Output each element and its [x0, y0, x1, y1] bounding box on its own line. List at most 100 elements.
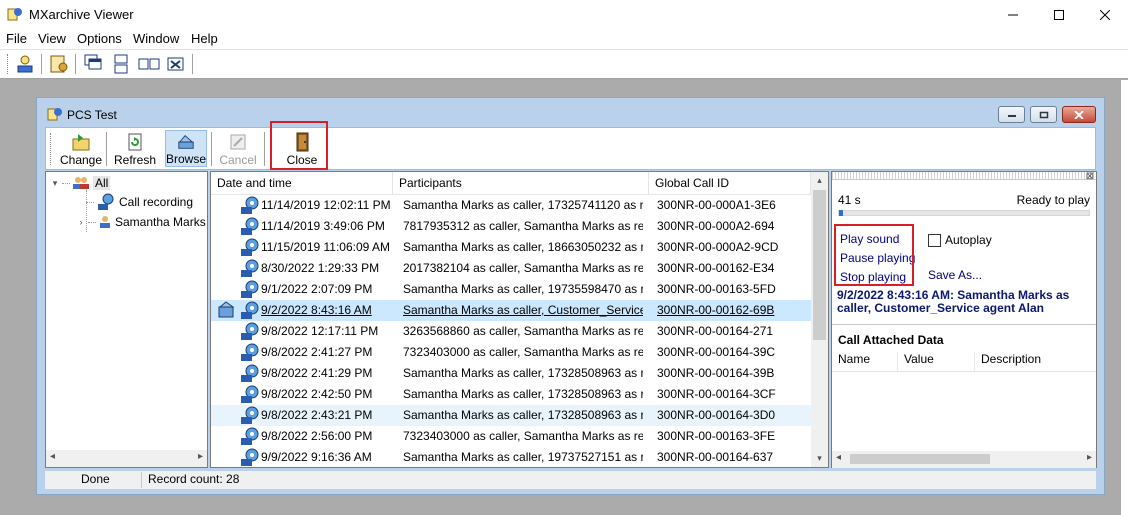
- door-icon: [296, 132, 309, 152]
- checkbox-icon[interactable]: [928, 233, 941, 247]
- table-row[interactable]: 9/8/2022 2:43:21 PM Samantha Marks as cal…: [211, 405, 811, 426]
- scroll-thumb[interactable]: [850, 454, 990, 464]
- cancel-icon: [230, 134, 246, 150]
- cell-participants: 2017382104 as caller, Samantha Marks as …: [403, 261, 643, 275]
- cell-date: 9/8/2022 12:17:11 PM: [261, 324, 379, 338]
- tree-pane: ▾ All Call recording › Samantha Marks ◂ …: [45, 171, 208, 468]
- child-minimize-button[interactable]: [998, 106, 1025, 123]
- cell-participants: 7323403000 as caller, Samantha Marks as …: [403, 429, 643, 443]
- scroll-right-icon[interactable]: ▸: [1087, 452, 1092, 463]
- play-sound-link[interactable]: Play sound: [840, 232, 899, 246]
- scroll-down-icon[interactable]: ▾: [811, 450, 828, 467]
- minimize-icon: [1008, 14, 1018, 15]
- close-button[interactable]: Close: [282, 130, 322, 167]
- call-recording-icon: [241, 280, 259, 298]
- stop-playing-link[interactable]: Stop playing: [840, 270, 906, 284]
- maximize-button[interactable]: [1036, 0, 1082, 29]
- tile-horizontal-icon[interactable]: [138, 53, 160, 75]
- table-row[interactable]: 11/14/2019 3:49:06 PM 7817935312 as calle…: [211, 216, 811, 237]
- scroll-icon[interactable]: [48, 53, 70, 75]
- refresh-button[interactable]: Refresh: [111, 130, 159, 167]
- tree-horizontal-scrollbar[interactable]: ◂ ▸: [46, 450, 207, 467]
- table-row[interactable]: 9/8/2022 2:42:50 PM Samantha Marks as cal…: [211, 384, 811, 405]
- cell-participants: Samantha Marks as caller, 19735598470 as…: [403, 282, 643, 296]
- save-as-link[interactable]: Save As...: [928, 268, 982, 282]
- table-row[interactable]: 9/8/2022 2:41:29 PM Samantha Marks as cal…: [211, 363, 811, 384]
- tree-item-call-recording[interactable]: Call recording: [76, 193, 193, 211]
- table-row[interactable]: 9/2/2022 8:43:16 AM Samantha Marks as cal…: [211, 300, 811, 321]
- change-label: Change: [59, 153, 103, 167]
- table-row[interactable]: 9/8/2022 2:41:27 PM 7323403000 as caller,…: [211, 342, 811, 363]
- attached-data-horizontal-scrollbar[interactable]: ◂ ▸: [832, 451, 1096, 468]
- minimize-button[interactable]: [990, 0, 1036, 29]
- scroll-right-icon[interactable]: ▸: [198, 451, 203, 462]
- table-row[interactable]: 11/14/2019 12:02:11 PM Samantha Marks as …: [211, 195, 811, 216]
- restore-icon: [1039, 111, 1048, 118]
- call-recording-icon: [241, 322, 259, 340]
- toolbar-separator: [192, 54, 194, 74]
- cell-participants: Samantha Marks as caller, Customer_Servi…: [403, 303, 643, 317]
- tree-item-samantha-marks[interactable]: › Samantha Marks: [76, 213, 206, 231]
- toolbar-separator: [75, 54, 77, 74]
- cell-gcid: 300NR-00-00164-3CF: [657, 387, 776, 401]
- column-global-call-id[interactable]: Global Call ID: [649, 172, 811, 195]
- column-value[interactable]: Value: [898, 352, 975, 370]
- change-icon: [72, 134, 90, 151]
- expand-toggle-icon[interactable]: ›: [76, 217, 86, 227]
- tree-label-call-recording: Call recording: [119, 195, 194, 209]
- player-splitter[interactable]: [832, 172, 1096, 180]
- pause-playing-link[interactable]: Pause playing: [840, 251, 915, 265]
- menu-window[interactable]: Window: [133, 31, 179, 46]
- tree-connector: [88, 221, 96, 223]
- table-row[interactable]: 8/30/2022 1:29:33 PM 2017382104 as caller…: [211, 258, 811, 279]
- change-button[interactable]: Change: [60, 130, 102, 167]
- table-row[interactable]: 11/15/2019 11:06:09 AM Samantha Marks as …: [211, 237, 811, 258]
- table-row[interactable]: 9/9/2022 9:16:36 AM Samantha Marks as cal…: [211, 447, 811, 467]
- attached-data-title: Call Attached Data: [838, 333, 944, 347]
- call-recording-icon: [241, 448, 259, 466]
- scroll-left-icon[interactable]: ◂: [836, 452, 841, 463]
- cell-gcid: 300NR-00-00164-3D0: [657, 408, 776, 422]
- cell-participants: Samantha Marks as caller, 18663050232 as…: [403, 240, 643, 254]
- tile-vertical-icon[interactable]: [110, 53, 132, 75]
- call-recording-icon: [241, 406, 259, 424]
- call-recording-icon: [241, 427, 259, 445]
- cell-date: 9/2/2022 8:43:16 AM: [261, 303, 372, 317]
- menu-options[interactable]: Options: [77, 31, 122, 46]
- cancel-button[interactable]: Cancel: [218, 130, 258, 167]
- child-close-button[interactable]: [1062, 106, 1096, 123]
- pane-divider: [832, 324, 1096, 325]
- cascade-windows-icon[interactable]: [83, 53, 105, 75]
- search-icon[interactable]: [14, 53, 36, 75]
- scroll-thumb[interactable]: [813, 190, 826, 340]
- close-all-windows-icon[interactable]: [165, 53, 187, 75]
- scroll-left-icon[interactable]: ◂: [50, 451, 55, 462]
- list-vertical-scrollbar[interactable]: ▴ ▾: [811, 172, 828, 467]
- recordings-list: Date and time Participants Global Call I…: [210, 171, 829, 468]
- autoplay-checkbox[interactable]: Autoplay: [928, 233, 992, 247]
- table-row[interactable]: 9/8/2022 12:17:11 PM 3263568860 as caller…: [211, 321, 811, 342]
- menu-view[interactable]: View: [38, 31, 66, 46]
- browse-button[interactable]: Browse: [165, 130, 207, 167]
- column-date-time[interactable]: Date and time: [211, 172, 393, 195]
- progress-knob[interactable]: [839, 210, 843, 216]
- column-description[interactable]: Description: [975, 352, 1096, 370]
- autoplay-label: Autoplay: [945, 233, 992, 247]
- table-row[interactable]: 9/8/2022 2:56:00 PM 7323403000 as caller,…: [211, 426, 811, 447]
- close-pane-icon[interactable]: ⊠: [1086, 171, 1094, 182]
- table-row[interactable]: 9/1/2022 2:07:09 PM Samantha Marks as cal…: [211, 279, 811, 300]
- column-participants[interactable]: Participants: [393, 172, 649, 195]
- menu-file[interactable]: File: [6, 31, 27, 46]
- playback-progress-slider[interactable]: [838, 210, 1090, 216]
- menu-help[interactable]: Help: [191, 31, 218, 46]
- scroll-up-icon[interactable]: ▴: [811, 172, 828, 189]
- cell-date: 9/8/2022 2:43:21 PM: [261, 408, 373, 422]
- child-maximize-button[interactable]: [1030, 106, 1057, 123]
- tree-item-all[interactable]: ▾ All: [50, 174, 111, 192]
- column-name[interactable]: Name: [832, 352, 898, 370]
- cell-gcid: 300NR-00-00162-69B: [657, 303, 775, 317]
- toolbar-grip: [50, 133, 53, 165]
- collapse-toggle-icon[interactable]: ▾: [50, 178, 60, 189]
- call-recording-icon: [241, 217, 259, 235]
- close-window-button[interactable]: [1082, 0, 1128, 29]
